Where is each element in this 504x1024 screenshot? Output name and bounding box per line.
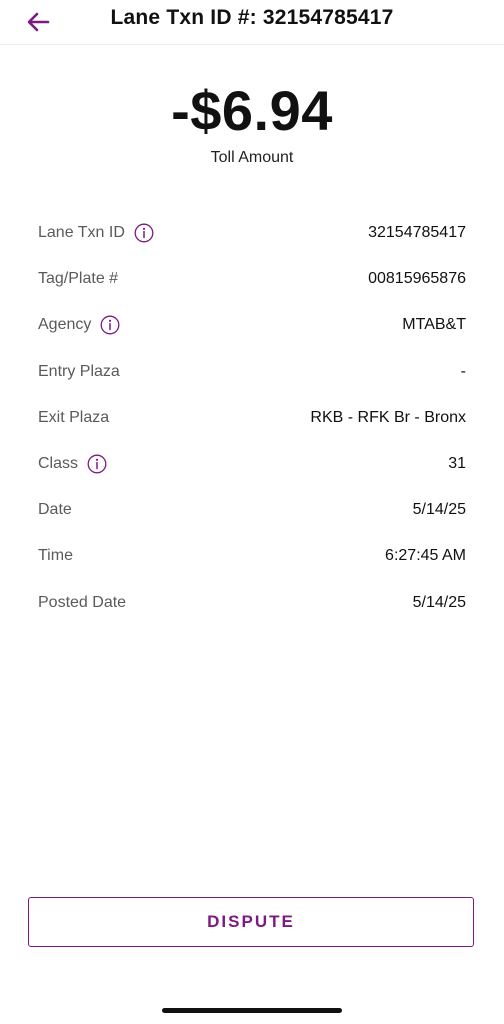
dispute-button[interactable]: DISPUTE — [28, 897, 474, 947]
info-icon[interactable] — [134, 223, 154, 243]
detail-value: - — [460, 362, 466, 380]
detail-value: MTAB&T — [402, 316, 466, 334]
detail-row-entry-plaza: Entry Plaza - — [38, 349, 466, 395]
detail-row-lane-txn-id: Lane Txn ID 32154785417 — [38, 210, 466, 256]
detail-label: Date — [38, 501, 72, 519]
detail-value: 00815965876 — [368, 270, 466, 288]
detail-label: Class — [38, 455, 79, 473]
detail-row-posted-date: Posted Date 5/14/25 — [38, 580, 466, 626]
toll-amount-label: Toll Amount — [210, 149, 294, 166]
detail-row-date: Date 5/14/25 — [38, 487, 466, 533]
detail-value: 32154785417 — [368, 224, 466, 242]
header-bar: Lane Txn ID #: 32154785417 — [0, 0, 504, 45]
detail-row-exit-plaza: Exit Plaza RKB - RFK Br - Bronx — [38, 395, 466, 441]
info-icon[interactable] — [100, 315, 120, 335]
detail-label: Posted Date — [38, 593, 127, 611]
detail-value: RKB - RFK Br - Bronx — [310, 408, 466, 426]
toll-amount-value: -$6.94 — [171, 79, 333, 142]
detail-row-agency: Agency MTAB&T — [38, 302, 466, 348]
detail-value: 5/14/25 — [412, 593, 466, 611]
home-indicator[interactable] — [162, 1008, 342, 1013]
detail-label: Time — [38, 547, 73, 565]
detail-label: Agency — [38, 316, 92, 334]
detail-label: Entry Plaza — [38, 362, 120, 380]
detail-value: 6:27:45 AM — [385, 547, 466, 565]
detail-row-time: Time 6:27:45 AM — [38, 533, 466, 579]
page-title: Lane Txn ID #: 32154785417 — [110, 6, 394, 29]
info-icon[interactable] — [87, 454, 107, 474]
detail-label: Lane Txn ID — [38, 224, 125, 242]
detail-value: 31 — [448, 455, 466, 473]
detail-row-class: Class 31 — [38, 441, 466, 487]
transaction-details: Lane Txn ID 32154785417 Tag/Plate # 0081… — [38, 210, 466, 626]
detail-row-tag-plate: Tag/Plate # 00815965876 — [38, 256, 466, 302]
detail-label: Exit Plaza — [38, 408, 110, 426]
detail-label: Tag/Plate # — [38, 270, 119, 288]
detail-value: 5/14/25 — [412, 501, 466, 519]
